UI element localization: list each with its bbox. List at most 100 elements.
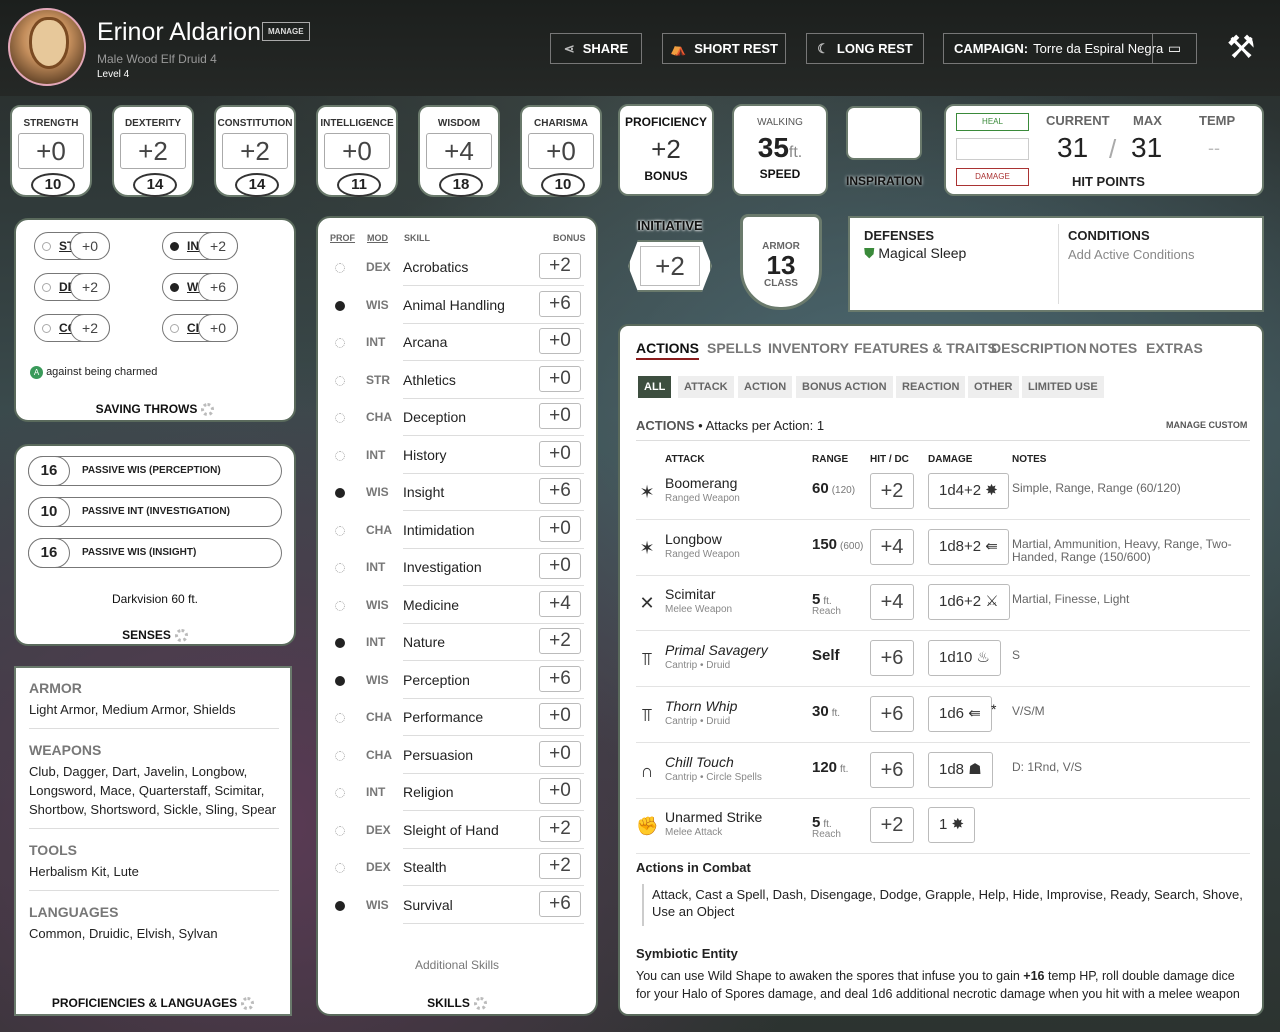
chat-icon[interactable]: ▭ bbox=[1152, 34, 1196, 63]
to-hit-button[interactable]: +2 bbox=[870, 473, 914, 509]
hp-temp-value[interactable]: -- bbox=[1208, 138, 1220, 159]
save-int[interactable]: INT +2 bbox=[162, 232, 238, 260]
attack-row[interactable]: ∩ Chill Touch Cantrip • Circle Spells 120 ft… bbox=[636, 747, 1250, 799]
ability-dexterity[interactable]: DEXTERITY +2 14 bbox=[112, 105, 194, 197]
skill-row[interactable]: WIS Insight +6 bbox=[332, 478, 584, 511]
armor-class-shield[interactable]: ARMOR 13 CLASS bbox=[740, 214, 822, 310]
filter-action[interactable]: ACTION bbox=[738, 376, 793, 398]
dnd-beyond-logo-icon[interactable]: ⚒ bbox=[1218, 28, 1264, 68]
ability-wisdom[interactable]: WISDOM +4 18 bbox=[418, 105, 500, 197]
avatar[interactable] bbox=[8, 8, 86, 86]
filter-other[interactable]: OTHER bbox=[968, 376, 1019, 398]
to-hit-button[interactable]: +6 bbox=[870, 695, 914, 732]
save-str[interactable]: STR+0 bbox=[34, 232, 110, 260]
skill-row[interactable]: CHA Performance +0 bbox=[332, 703, 584, 736]
to-hit-button[interactable]: +6 bbox=[870, 640, 914, 677]
tab-inventory[interactable]: INVENTORY bbox=[768, 340, 849, 356]
save-wis[interactable]: WIS+6 bbox=[162, 273, 238, 301]
skill-divider bbox=[403, 885, 584, 886]
attack-row[interactable]: ✕ Scimitar Melee Weapon 5 ft. Reach +4 1d6+2 ⚔ M… bbox=[636, 579, 1250, 632]
ability-intelligence[interactable]: INTELLIGENCE +0 11 bbox=[316, 105, 398, 197]
save-dex[interactable]: DEX+2 bbox=[34, 273, 110, 301]
proficiencies-title[interactable]: PROFICIENCIES & LANGUAGES bbox=[16, 996, 290, 1011]
attack-row[interactable]: ✊ Unarmed Strike Melee Attack 5 ft. Reach +2 1 … bbox=[636, 802, 1250, 855]
attack-row[interactable]: ⫪ Primal Savagery Cantrip • Druid Self +6 1d1… bbox=[636, 635, 1250, 688]
filter-limited-use[interactable]: LIMITED USE bbox=[1022, 376, 1104, 398]
skill-row[interactable]: WIS Perception +6 bbox=[332, 665, 584, 699]
ability-constitution[interactable]: CONSTITUTION +2 14 bbox=[214, 105, 296, 197]
damage-button[interactable]: 1d8 ☗ bbox=[928, 751, 993, 788]
skill-row[interactable]: WIS Animal Handling +6 bbox=[332, 290, 584, 324]
conditions-title[interactable]: CONDITIONS bbox=[1068, 228, 1150, 243]
tab-notes[interactable]: NOTES bbox=[1089, 340, 1137, 356]
passive-value: 16 bbox=[28, 538, 70, 568]
long-rest-button[interactable]: ☾ LONG REST bbox=[806, 33, 924, 64]
additional-skills-link[interactable]: Additional Skills bbox=[318, 958, 596, 972]
skills-header-prof[interactable]: PROF bbox=[330, 233, 355, 243]
skill-row[interactable]: CHA Intimidation +0 bbox=[332, 515, 584, 549]
ability-score: 10 bbox=[541, 173, 585, 197]
attack-row[interactable]: ⫪ Thorn Whip Cantrip • Druid 30 ft. +6 1d6 ⇚ * V… bbox=[636, 691, 1250, 743]
short-rest-button[interactable]: ⛺ SHORT REST bbox=[662, 33, 786, 64]
damage-button[interactable]: 1d4+2 ✸ bbox=[928, 473, 1009, 509]
to-hit-button[interactable]: +4 bbox=[870, 584, 914, 621]
skill-row[interactable]: DEX Sleight of Hand +2 bbox=[332, 815, 584, 849]
gear-icon[interactable] bbox=[241, 997, 255, 1011]
skill-row[interactable]: CHA Persuasion +0 bbox=[332, 740, 584, 774]
skills-header-mod[interactable]: MOD bbox=[367, 233, 388, 243]
skill-row[interactable]: DEX Acrobatics +2 bbox=[332, 253, 584, 286]
tab-features-traits[interactable]: FEATURES & TRAITS bbox=[854, 340, 997, 356]
attack-row[interactable]: ✶ Boomerang Ranged Weapon 60 (120) +2 1d4+2 ✸ S… bbox=[636, 468, 1250, 520]
defenses-title[interactable]: DEFENSES bbox=[864, 228, 934, 243]
hp-amount-input[interactable] bbox=[956, 138, 1029, 160]
heal-button[interactable]: HEAL bbox=[956, 113, 1029, 131]
hp-current-value[interactable]: 31 bbox=[1057, 132, 1088, 164]
skill-row[interactable]: WIS Survival +6 bbox=[332, 890, 584, 924]
skill-row[interactable]: INT Arcana +0 bbox=[332, 328, 584, 361]
skill-row[interactable]: INT Nature +2 bbox=[332, 628, 584, 661]
saving-throws-title[interactable]: SAVING THROWS bbox=[16, 402, 294, 417]
skill-row[interactable]: WIS Medicine +4 bbox=[332, 590, 584, 624]
to-hit-button[interactable]: +2 bbox=[870, 807, 914, 844]
damage-button[interactable]: 1 ✸ bbox=[928, 807, 976, 844]
gear-icon[interactable] bbox=[473, 997, 487, 1011]
damage-button[interactable]: 1d8+2 ⇚ bbox=[928, 528, 1009, 565]
share-button[interactable]: ⋖ SHARE bbox=[550, 33, 642, 64]
skill-name: Animal Handling bbox=[403, 296, 505, 313]
save-cha[interactable]: CHA+0 bbox=[162, 314, 238, 342]
skill-row[interactable]: DEX Stealth +2 bbox=[332, 853, 584, 886]
campaign-button[interactable]: CAMPAIGN: Torre da Espiral Negra ▭ bbox=[943, 33, 1197, 64]
skill-row[interactable]: INT History +0 bbox=[332, 440, 584, 474]
damage-button[interactable]: 1d6+2 ⚔ bbox=[928, 584, 1010, 621]
ability-charisma[interactable]: CHARISMA +0 10 bbox=[520, 105, 602, 197]
gear-icon[interactable] bbox=[174, 629, 188, 643]
filter-attack[interactable]: ATTACK bbox=[678, 376, 734, 398]
tab-description[interactable]: DESCRIPTION bbox=[991, 340, 1087, 356]
skill-row[interactable]: INT Investigation +0 bbox=[332, 553, 584, 586]
senses-title[interactable]: SENSES bbox=[16, 628, 294, 643]
to-hit-button[interactable]: +6 bbox=[870, 751, 914, 788]
damage-button[interactable]: DAMAGE bbox=[956, 168, 1029, 186]
inspiration-toggle[interactable] bbox=[846, 106, 922, 160]
skill-modifier: INT bbox=[366, 560, 386, 574]
manage-custom-button[interactable]: MANAGE CUSTOM bbox=[1166, 420, 1247, 430]
filter-bonus-action[interactable]: BONUS ACTION bbox=[796, 376, 893, 398]
filter-all[interactable]: ALL bbox=[638, 376, 672, 398]
skill-row[interactable]: INT Religion +0 bbox=[332, 778, 584, 811]
save-con[interactable]: CON+2 bbox=[34, 314, 110, 342]
ability-strength[interactable]: STRENGTH +0 10 bbox=[10, 105, 92, 197]
damage-button[interactable]: 1d6 ⇚ bbox=[928, 695, 992, 732]
add-conditions-link[interactable]: Add Active Conditions bbox=[1068, 247, 1194, 262]
to-hit-button[interactable]: +4 bbox=[870, 528, 914, 565]
gear-icon[interactable] bbox=[201, 403, 215, 417]
attack-row[interactable]: ✶ Longbow Ranged Weapon 150 (600) +4 1d8+2 ⇚ Ma… bbox=[636, 524, 1250, 576]
filter-reaction[interactable]: REACTION bbox=[896, 376, 966, 398]
manage-button[interactable]: MANAGE bbox=[262, 22, 310, 41]
tab-extras[interactable]: EXTRAS bbox=[1146, 340, 1203, 356]
skill-row[interactable]: STR Athletics +0 bbox=[332, 365, 584, 399]
skill-row[interactable]: CHA Deception +0 bbox=[332, 403, 584, 436]
tab-actions[interactable]: ACTIONS bbox=[636, 340, 699, 360]
skills-title[interactable]: SKILLS bbox=[318, 996, 596, 1011]
tab-spells[interactable]: SPELLS bbox=[707, 340, 761, 356]
damage-button[interactable]: 1d10 ♨ bbox=[928, 640, 1001, 677]
